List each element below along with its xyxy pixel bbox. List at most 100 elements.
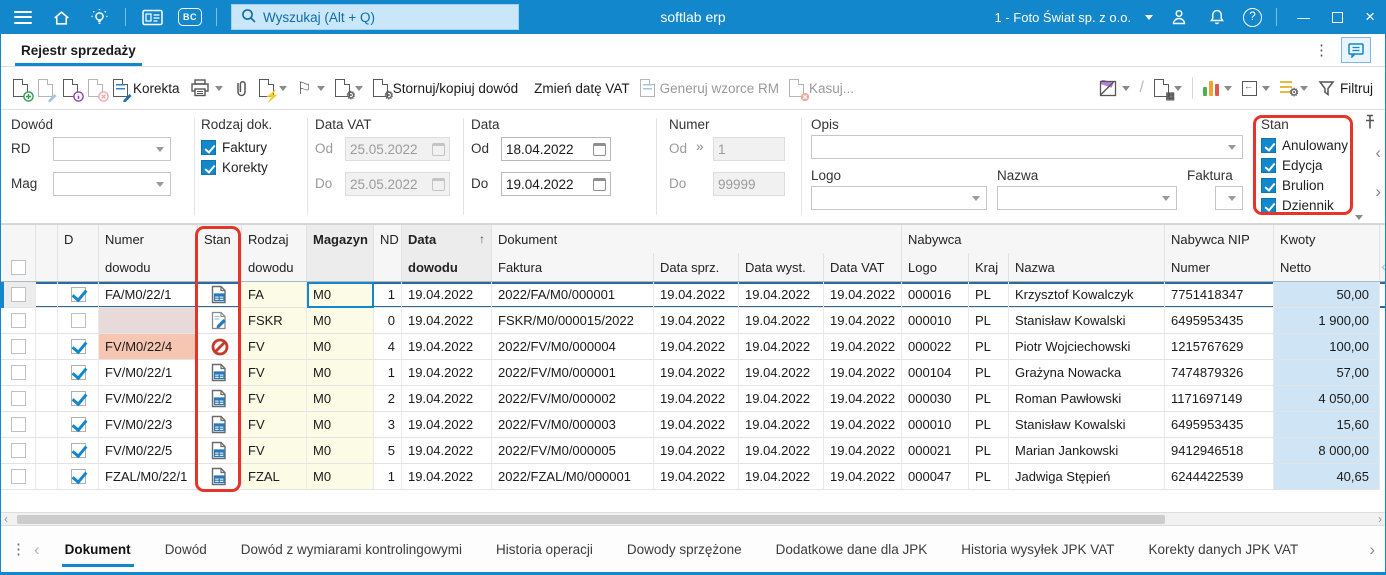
bottom-tab-historia-operacji[interactable]: Historia operacji (479, 527, 610, 572)
cell-stan[interactable] (198, 308, 242, 334)
horizontal-scrollbar[interactable]: ‹ › (1, 512, 1385, 526)
cell-nazwa[interactable]: Stanisław Kowalski (1009, 308, 1165, 334)
panel-next-icon[interactable]: › (1375, 182, 1381, 202)
checkbox-checked-icon[interactable] (1261, 178, 1276, 193)
checkbox-checked-icon[interactable] (1261, 158, 1276, 173)
global-search[interactable] (231, 4, 519, 30)
cell-mag[interactable]: M0 (307, 360, 374, 386)
cell-fakt[interactable]: 2022/FA/M0/000001 (492, 282, 654, 308)
company-selector[interactable]: 1 - Foto Świat sp. z o.o. (995, 10, 1154, 25)
cell-sp[interactable] (36, 308, 58, 334)
cell-rodzaj[interactable]: FV (242, 412, 307, 438)
cell-nip[interactable]: 6495953435 (1165, 308, 1274, 334)
bottom-tab-dowód-z-wymiarami-kontrolingowymi[interactable]: Dowód z wymiarami kontrolingowymi (224, 527, 479, 572)
d-checkbox[interactable] (70, 365, 86, 380)
scroll-right-icon[interactable]: › (1378, 512, 1382, 526)
close-button[interactable]: × (1365, 7, 1375, 27)
cell-nip[interactable]: 1171697149 (1165, 386, 1274, 412)
cell-numer[interactable]: FV/M0/22/5 (99, 438, 198, 464)
table-row[interactable]: FV/M0/22/5 FV M0 5 19.04.2022 2022/FV/M0/0000… (1, 438, 1385, 464)
cell-data[interactable]: 19.04.2022 (402, 334, 492, 360)
stan-option-edycja[interactable]: Edycja (1261, 158, 1348, 173)
header-faktura[interactable]: Faktura (492, 253, 654, 281)
cell-dv[interactable]: 19.04.2022 (824, 386, 902, 412)
header-netto[interactable]: Netto (1274, 253, 1380, 281)
cell-kraj[interactable]: PL (969, 282, 1009, 308)
cell-kraj[interactable]: PL (969, 334, 1009, 360)
cell-dw[interactable]: 19.04.2022 (739, 438, 824, 464)
cell-fakt[interactable]: 2022/FZAL/M0/000001 (492, 464, 654, 490)
cell-numer[interactable]: FV/M0/22/4 (99, 334, 198, 360)
d-checkbox[interactable] (70, 391, 86, 406)
tab-rejestr-sprzedazy[interactable]: Rejestr sprzedaży (15, 34, 142, 66)
bottom-tabs-scroll-right-icon[interactable]: › (1369, 540, 1375, 560)
faktura-combo[interactable] (1215, 186, 1243, 210)
cell-d[interactable] (58, 464, 99, 490)
cell-numer[interactable]: FV/M0/22/3 (99, 412, 198, 438)
rd-combo[interactable] (53, 137, 171, 161)
header-group-nabywca[interactable]: Nabywca (902, 225, 1165, 253)
cell-rodzaj[interactable]: FA (242, 282, 307, 308)
cell-sp[interactable] (36, 334, 58, 360)
maximize-button[interactable] (1332, 11, 1344, 23)
table-row[interactable]: FV/M0/22/3 FV M0 3 19.04.2022 2022/FV/M0/0000… (1, 412, 1385, 438)
user-icon[interactable] (1167, 5, 1191, 29)
cell-rodzaj[interactable]: FV (242, 360, 307, 386)
cell-nd[interactable]: 4 (374, 334, 402, 360)
cell-netto[interactable]: 8 000,00 (1274, 438, 1380, 464)
row-select-checkbox[interactable] (10, 287, 26, 302)
cell-ds[interactable]: 19.04.2022 (654, 386, 739, 412)
cell-dw[interactable]: 19.04.2022 (739, 282, 824, 308)
cell-ds[interactable]: 19.04.2022 (654, 360, 739, 386)
cell-fakt[interactable]: 2022/FV/M0/000003 (492, 412, 654, 438)
cell-numer[interactable] (99, 308, 198, 334)
search-input[interactable] (263, 9, 510, 25)
header-group-kwoty[interactable]: Kwoty (1274, 225, 1380, 253)
header-nip-numer[interactable]: Numer (1165, 253, 1274, 281)
table-row[interactable]: FV/M0/22/2 FV M0 2 19.04.2022 2022/FV/M0/0000… (1, 386, 1385, 412)
header-data-vat[interactable]: Data VAT (824, 253, 902, 281)
cell-fakt[interactable]: 2022/FV/M0/000002 (492, 386, 654, 412)
cell-nip[interactable]: 6244422539 (1165, 464, 1274, 490)
cell-sel[interactable] (1, 334, 36, 360)
cell-nazwa[interactable]: Roman Pawłowski (1009, 386, 1165, 412)
cell-kraj[interactable]: PL (969, 412, 1009, 438)
lightbulb-icon[interactable] (87, 5, 111, 29)
kasuj-button[interactable]: Kasuj... (788, 78, 854, 102)
table-row[interactable]: FV/M0/22/1 FV M0 1 19.04.2022 2022/FV/M0/0000… (1, 360, 1385, 386)
cell-dw[interactable]: 19.04.2022 (739, 308, 824, 334)
panel-prev-icon[interactable]: ‹ (1375, 143, 1381, 163)
cell-dv[interactable]: 19.04.2022 (824, 308, 902, 334)
cell-nd[interactable]: 1 (374, 464, 402, 490)
stan-option-dziennik[interactable]: Dziennik (1261, 198, 1348, 213)
cell-rodzaj[interactable]: FSKR (242, 308, 307, 334)
cell-d[interactable] (58, 282, 99, 308)
print-button[interactable] (190, 79, 223, 97)
opis-combo[interactable] (811, 135, 1243, 159)
header-rodzaj[interactable]: Rodzaj (242, 225, 307, 253)
scrollbar-thumb[interactable] (17, 515, 1165, 524)
cell-netto[interactable]: 57,00 (1274, 360, 1380, 386)
cell-sel[interactable] (1, 412, 36, 438)
row-select-checkbox[interactable] (10, 391, 26, 406)
bottom-tab-dowody-sprzężone[interactable]: Dowody sprzężone (610, 527, 759, 572)
numer-od-input[interactable] (713, 137, 785, 161)
cell-nazwa[interactable]: Jadwiga Stępień (1009, 464, 1165, 490)
cell-sp[interactable] (36, 464, 58, 490)
cell-ds[interactable]: 19.04.2022 (654, 412, 739, 438)
cell-sp[interactable] (36, 360, 58, 386)
rodzaj-option-korekty[interactable]: Korekty (201, 160, 268, 175)
header-stan[interactable]: Stan (198, 225, 242, 253)
cell-nip[interactable]: 9412946518 (1165, 438, 1274, 464)
cell-ds[interactable]: 19.04.2022 (654, 282, 739, 308)
cell-nip[interactable]: 1215767629 (1165, 334, 1274, 360)
cell-rodzaj[interactable]: FV (242, 438, 307, 464)
cell-nip[interactable]: 7751418347 (1165, 282, 1274, 308)
header-nd[interactable]: ND (374, 225, 402, 253)
table-row[interactable]: FV/M0/22/4 FV M0 4 19.04.2022 2022/FV/M0/0000… (1, 334, 1385, 360)
calendar-icon[interactable] (593, 142, 606, 156)
dock-panel-button[interactable] (1242, 80, 1270, 96)
cell-logo[interactable]: 000047 (902, 464, 969, 490)
cell-fakt[interactable]: 2022/FV/M0/000005 (492, 438, 654, 464)
cell-dv[interactable]: 19.04.2022 (824, 360, 902, 386)
